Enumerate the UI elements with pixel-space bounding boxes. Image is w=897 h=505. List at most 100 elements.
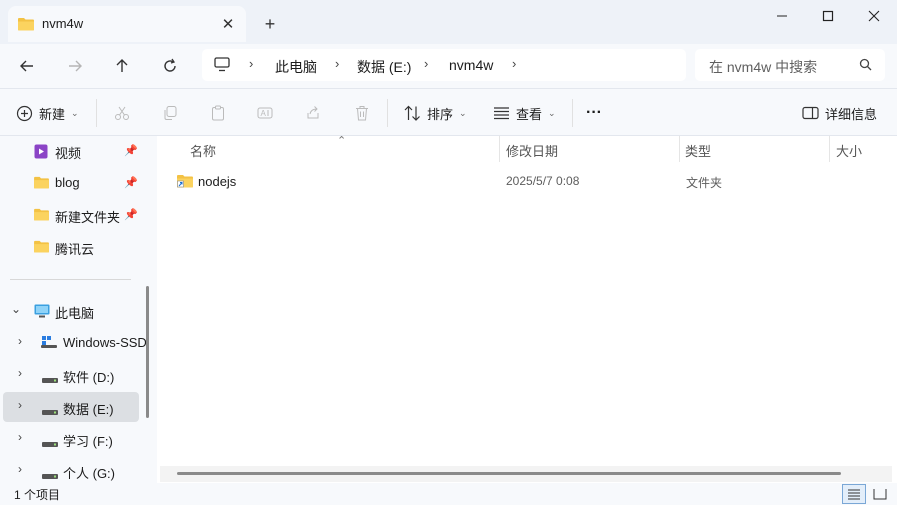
minimize-button[interactable] (759, 0, 805, 32)
tab-nvm4w[interactable]: nvm4w ✕ (8, 6, 246, 42)
tab-close-icon[interactable]: ✕ (216, 12, 240, 36)
search-box[interactable]: 在 nvm4w 中搜索 (695, 49, 885, 81)
breadcrumb-nvm4w[interactable]: nvm4w (449, 57, 493, 73)
chevron-down-icon[interactable]: ⌄ (11, 302, 21, 316)
horizontal-scrollbar[interactable] (177, 472, 841, 475)
drive-icon (42, 404, 58, 419)
pin-icon[interactable]: 📌 (124, 176, 138, 189)
chevron-right-icon[interactable]: › (512, 56, 516, 71)
chevron-right-icon: › (335, 56, 340, 71)
toolbar-divider (96, 99, 97, 127)
file-modified: 2025/5/7 0:08 (506, 174, 580, 188)
tiles-view-icon (873, 489, 887, 500)
sidebar-item-tencent-cloud[interactable]: 腾讯云 (0, 232, 150, 262)
arrow-up-icon (116, 59, 128, 72)
column-divider[interactable] (499, 136, 500, 162)
column-header-modified[interactable]: 修改日期 (506, 136, 558, 164)
copy-icon (164, 106, 177, 120)
chevron-right-icon: › (249, 56, 254, 71)
trash-icon (356, 106, 368, 121)
drive-icon (42, 372, 58, 387)
chevron-right-icon[interactable]: › (18, 430, 22, 444)
file-type: 文件夹 (686, 176, 723, 190)
delete-button[interactable] (354, 99, 370, 127)
maximize-button[interactable] (805, 0, 851, 32)
sidebar-item-drive-e[interactable]: › 数据 (E:) (3, 392, 139, 422)
navigation-pane: 视频 📌 blog 📌 新建文件夹 📌 腾讯云 ⌄ 此电脑 › Windows-… (0, 136, 157, 483)
new-button-label: 新建 (39, 106, 66, 122)
sidebar-item-drive-d[interactable]: › 软件 (D:) (0, 360, 150, 390)
sort-button[interactable]: 排序 ⌄ (404, 99, 467, 127)
title-bar: nvm4w ✕ + (0, 0, 897, 44)
sidebar-item-windows-ssd[interactable]: › Windows-SSD (0, 328, 150, 358)
close-window-button[interactable] (851, 0, 897, 32)
more-options-button[interactable]: ··· (586, 99, 602, 127)
forward-button[interactable] (61, 52, 89, 80)
folder-shortcut-icon (177, 174, 193, 191)
paste-button[interactable] (210, 99, 226, 127)
sidebar-item-new-folder[interactable]: 新建文件夹 📌 (0, 200, 150, 230)
folder-icon (34, 240, 49, 256)
column-header-size[interactable]: 大小 (836, 136, 862, 164)
new-button[interactable]: 新建 ⌄ (16, 99, 79, 127)
sidebar-item-label: 学习 (F:) (63, 434, 113, 449)
status-bar: 1 个项目 (0, 483, 897, 505)
view-button[interactable]: 查看 ⌄ (493, 99, 556, 127)
chevron-right-icon: › (424, 56, 429, 71)
column-type-label: 类型 (685, 143, 712, 159)
navigation-scrollbar[interactable] (146, 286, 149, 418)
sidebar-item-label: 数据 (E:) (63, 402, 114, 417)
chevron-right-icon[interactable]: › (18, 334, 22, 348)
chevron-right-icon[interactable]: › (18, 366, 22, 380)
more-icon: ··· (586, 104, 602, 121)
new-tab-button[interactable]: + (258, 12, 282, 36)
column-header-name[interactable]: 名称 (190, 136, 216, 164)
sidebar-item-label: blog (55, 175, 80, 190)
rename-button[interactable]: A (257, 99, 273, 127)
view-list-icon (494, 107, 509, 120)
sidebar-item-label: Windows-SSD (63, 335, 147, 350)
details-pane-button[interactable]: 详细信息 (802, 99, 877, 127)
sort-icon (404, 105, 420, 121)
item-count: 1 个项目 (14, 488, 61, 502)
sidebar-item-label: 此电脑 (55, 306, 95, 321)
copy-button[interactable] (162, 99, 178, 127)
sidebar-item-drive-f[interactable]: › 学习 (F:) (0, 424, 150, 454)
column-header-type[interactable]: 类型 (685, 136, 711, 164)
breadcrumb-this-pc[interactable]: 此电脑 (275, 57, 317, 77)
sidebar-item-drive-g[interactable]: › 个人 (G:) (0, 456, 150, 483)
windows-drive-icon (41, 336, 57, 351)
sidebar-item-blog[interactable]: blog 📌 (0, 168, 150, 198)
sort-button-label: 排序 (427, 106, 454, 122)
file-name: nodejs (198, 174, 237, 189)
table-row[interactable]: nodejs 2025/5/7 0:08 文件夹 (173, 168, 873, 194)
breadcrumb-drive-e[interactable]: 数据 (E:) (357, 57, 411, 77)
pin-icon[interactable]: 📌 (124, 208, 138, 221)
column-divider[interactable] (829, 136, 830, 162)
sidebar-item-videos[interactable]: 视频 📌 (0, 136, 150, 166)
cut-button[interactable] (114, 99, 130, 127)
details-view-icon (848, 489, 860, 500)
address-bar[interactable]: › 此电脑 › 数据 (E:) › nvm4w › (202, 49, 686, 81)
tiles-view-button[interactable] (868, 484, 892, 504)
chevron-right-icon[interactable]: › (18, 462, 22, 476)
svg-text:A: A (261, 109, 267, 118)
drive-icon (42, 436, 58, 451)
back-button[interactable] (13, 52, 41, 80)
refresh-button[interactable] (156, 52, 184, 80)
share-button[interactable] (305, 99, 321, 127)
chevron-right-icon[interactable]: › (18, 398, 22, 412)
sidebar-item-this-pc[interactable]: ⌄ 此电脑 (0, 296, 150, 326)
folder-icon (18, 17, 34, 34)
column-size-label: 大小 (836, 143, 863, 159)
column-modified-label: 修改日期 (506, 143, 559, 159)
file-list: ⌃ 名称 修改日期 类型 大小 nodejs 2025/5/7 0:08 文件夹 (157, 135, 897, 483)
computer-icon (34, 304, 50, 321)
up-button[interactable] (108, 52, 136, 80)
details-view-button[interactable] (842, 484, 866, 504)
pin-icon[interactable]: 📌 (124, 144, 138, 157)
column-divider[interactable] (679, 136, 680, 162)
sidebar-item-label: 视频 (55, 146, 82, 161)
search-icon (859, 58, 872, 74)
refresh-icon (164, 58, 176, 72)
